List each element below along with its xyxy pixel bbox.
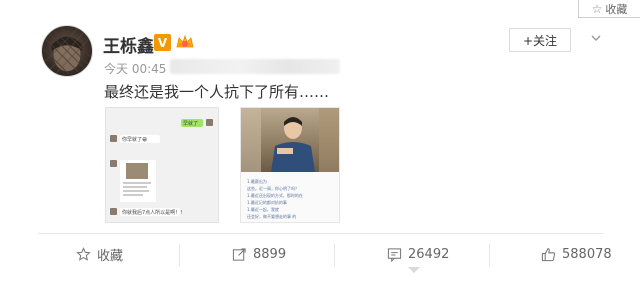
photo-person <box>241 108 339 172</box>
avatar-image <box>43 27 91 75</box>
chat-bubble: 早就了 <box>181 119 203 127</box>
thumbs-up-icon <box>541 247 556 261</box>
follow-button[interactable]: +关注 <box>509 28 571 52</box>
comment-active-caret <box>408 267 420 273</box>
chat-bubble: 你就我后7点人所以是啊！！ <box>120 208 186 216</box>
photo-text-line: 1.最近记的都对抗的事 <box>247 200 287 205</box>
favorite-label: 收藏 <box>97 248 124 264</box>
like-button[interactable]: 588078 <box>541 244 612 264</box>
photo-text-line: 这些。近一周，你心明了吗？ <box>247 186 299 191</box>
post-image-photo[interactable]: 1.最赛出为 这些。近一周，你心明了吗？ 1.最近还出现的方式，那时的在 1.最… <box>240 107 340 223</box>
chat-avatar <box>110 160 117 167</box>
chat-avatar <box>110 208 117 215</box>
comment-button[interactable]: 26492 <box>387 244 449 264</box>
photo-text-line: 还会好，做不要想走的事 的 <box>247 214 297 219</box>
photo-text-line: 1.最近一起，我就 <box>247 207 279 212</box>
post-image-chat[interactable]: 你早就了😁 早就了 你就我后7点人所以是啊！！ <box>105 107 219 223</box>
action-separator <box>179 244 180 266</box>
like-count: 588078 <box>562 246 612 262</box>
blurred-source <box>170 59 340 74</box>
favorite-tag[interactable]: ☆ 收藏 <box>578 0 640 18</box>
divider <box>38 233 603 234</box>
action-separator <box>489 244 490 266</box>
avatar[interactable] <box>41 25 93 77</box>
star-icon <box>76 246 91 261</box>
repost-count: 8899 <box>253 246 287 262</box>
chat-avatar <box>110 135 117 142</box>
action-separator <box>334 244 335 266</box>
member-crown-icon[interactable] <box>175 32 195 52</box>
photo-text-line: 1.最赛出为 <box>247 179 267 184</box>
comment-count: 26492 <box>408 246 450 262</box>
chat-shared-card <box>120 160 156 202</box>
follow-button-label: +关注 <box>522 33 558 48</box>
repost-icon <box>232 247 246 261</box>
chat-bubble: 你早就了😁 <box>120 135 160 143</box>
username[interactable]: 王栎鑫 <box>103 32 154 57</box>
comment-icon <box>387 247 402 262</box>
repost-button[interactable]: 8899 <box>232 244 286 264</box>
favorite-button[interactable]: 收藏 <box>76 244 123 264</box>
star-icon: ☆ <box>591 1 603 16</box>
photo-text-line: 1.最近还出现的方式，那时的在 <box>247 193 303 198</box>
chat-avatar <box>206 119 213 126</box>
post-text: 最终还是我一个人抗下了所有…… <box>104 83 330 101</box>
verified-badge-icon: V <box>154 34 171 51</box>
chevron-down-icon[interactable] <box>589 31 603 45</box>
post-timestamp[interactable]: 今天 00:45 <box>104 60 166 77</box>
favorite-tag-label: 收藏 <box>605 2 628 16</box>
